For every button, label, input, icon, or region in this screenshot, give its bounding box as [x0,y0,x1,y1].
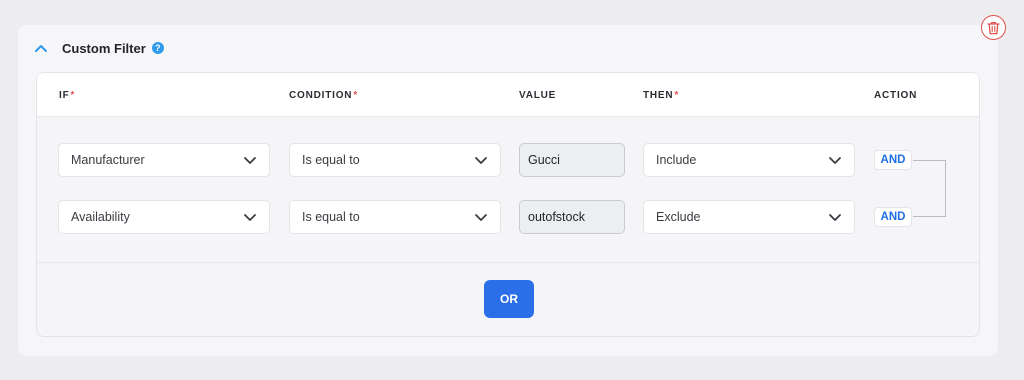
trash-icon [987,21,1000,34]
chevron-down-icon [244,213,256,221]
chevron-up-icon[interactable] [34,43,48,53]
and-button[interactable]: AND [874,150,912,170]
chevron-down-icon [829,213,841,221]
or-button[interactable]: OR [484,280,534,318]
header-if: IF* [59,90,76,101]
and-group-connector [913,160,946,217]
chevron-down-icon [829,156,841,164]
then-select-value: Exclude [656,210,701,224]
condition-select-value: Is equal to [302,153,360,167]
then-select[interactable]: Exclude [643,200,855,234]
condition-select[interactable]: Is equal to [289,143,501,177]
then-select[interactable]: Include [643,143,855,177]
field-select[interactable]: Availability [58,200,270,234]
field-select-value: Availability [71,210,130,224]
condition-select[interactable]: Is equal to [289,200,501,234]
header-value: VALUE [519,90,557,101]
help-icon[interactable]: ? [151,42,164,54]
header-action: ACTION [874,90,918,101]
table-header: IF* CONDITION* VALUE THEN* ACTION [37,73,979,117]
chevron-down-icon [475,213,487,221]
filter-header: Custom Filter ? [34,38,164,58]
filter-title: Custom Filter [62,40,146,56]
field-select-value: Manufacturer [71,153,145,167]
delete-filter-button[interactable] [981,15,1006,40]
filter-rules-card: IF* CONDITION* VALUE THEN* ACTION Manufa… [36,72,980,337]
header-condition: CONDITION* [289,90,359,101]
divider [37,262,979,263]
and-button[interactable]: AND [874,207,912,227]
then-select-value: Include [656,153,697,167]
chevron-down-icon [475,156,487,164]
header-then: THEN* [643,90,680,101]
condition-select-value: Is equal to [302,210,360,224]
chevron-down-icon [244,156,256,164]
value-input[interactable]: Gucci [519,143,625,177]
value-input[interactable]: outofstock [519,200,625,234]
field-select[interactable]: Manufacturer [58,143,270,177]
